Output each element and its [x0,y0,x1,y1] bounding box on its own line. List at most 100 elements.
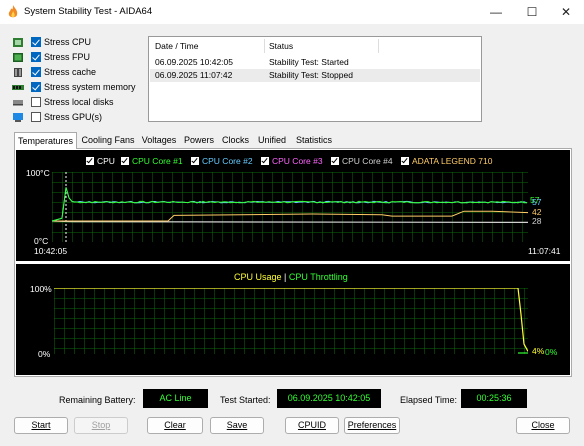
log-datetime: 06.09.2025 11:07:42 [155,70,233,80]
title-separator: | [284,272,287,282]
cpu-graph-title: CPU Usage | CPU Throttling [234,272,348,282]
cpuid-button[interactable]: CPUID [285,417,339,434]
stress-cache-option[interactable]: Stress cache [12,65,96,79]
legend-cpu-label: CPU [97,156,115,166]
test-started-label: Test Started: [220,395,271,405]
log-row[interactable]: 06.09.2025 10:42:05 Stability Test: Star… [150,56,480,69]
legend-core1-label: CPU Core #1 [132,156,183,166]
stress-gpu-label: Stress GPU(s) [44,112,103,122]
stress-disks-checkbox[interactable] [31,97,41,107]
end-value-core2: 57 [532,197,542,207]
stress-cpu-label: Stress CPU [44,37,92,47]
temp-grid [52,172,528,242]
fpu-icon [13,52,23,62]
legend-core2[interactable]: CPU Core #2 [191,156,253,166]
cpu-throttling-title: CPU Throttling [288,272,348,282]
stress-fpu-label: Stress FPU [44,52,91,62]
tab-temperatures[interactable]: Temperatures [14,132,77,149]
aida64-flame-icon [8,5,18,18]
clear-button[interactable]: Clear [147,417,203,434]
legend-core1[interactable]: CPU Core #1 [121,156,183,166]
legend-adata-label: ADATA LEGEND 710 [412,156,493,166]
cpu-usage-title: CPU Usage [234,272,282,282]
legend-core3[interactable]: CPU Core #3 [261,156,323,166]
minimize-button[interactable]: — [478,0,514,24]
cpu-y-max-label: 100% [30,284,52,294]
start-button-label: Start [31,420,51,430]
stress-disks-label: Stress local disks [44,97,114,107]
start-button[interactable]: Start [14,417,68,434]
tab-clocks[interactable]: Clocks [219,132,252,148]
stress-fpu-checkbox[interactable] [31,52,41,62]
stress-disks-option[interactable]: Stress local disks [12,95,114,109]
temperature-graph: CPU CPU Core #1 CPU Core #2 CPU Core #3 … [16,150,570,261]
log-header: Date / Time Status [149,37,481,55]
stress-memory-checkbox[interactable] [31,82,41,92]
battery-label: Remaining Battery: [59,395,136,405]
stress-gpu-option[interactable]: Stress GPU(s) [12,110,102,124]
save-button-label: Save [226,420,248,430]
column-separator[interactable] [264,39,265,53]
save-button[interactable]: Save [210,417,264,434]
stress-fpu-option[interactable]: Stress FPU [12,50,90,64]
clear-button-label: Clear [164,420,186,430]
legend-core3-label: CPU Core #3 [272,156,323,166]
stress-cpu-option[interactable]: Stress CPU [12,35,91,49]
preferences-button[interactable]: Preferences [344,417,400,434]
stress-gpu-checkbox[interactable] [31,112,41,122]
tab-voltages[interactable]: Voltages [139,132,179,148]
column-header-status[interactable]: Status [269,41,293,51]
temp-x-start-label: 10:42:05 [34,246,68,256]
maximize-button[interactable]: ☐ [514,0,550,24]
gpu-icon [13,112,23,122]
legend-cpu[interactable]: CPU [86,156,115,166]
end-value-throttling: 0% [545,347,558,357]
stress-cache-checkbox[interactable] [31,67,41,77]
window-title: System Stability Test - AIDA64 [24,6,153,17]
column-separator[interactable] [378,39,379,53]
close-icon: ✕ [560,5,572,19]
cpu-usage-plot [54,288,528,354]
temperature-plot [52,172,528,242]
legend-checkbox[interactable] [401,157,409,165]
log-row[interactable]: 06.09.2025 11:07:42 Stability Test: Stop… [150,69,480,82]
stress-cpu-checkbox[interactable] [31,37,41,47]
legend-core4-label: CPU Core #4 [342,156,393,166]
stress-cache-label: Stress cache [44,67,97,77]
cache-icon [14,67,22,77]
legend-checkbox[interactable] [191,157,199,165]
close-window-button[interactable]: ✕ [548,0,584,24]
tab-unified[interactable]: Unified [253,132,291,148]
disk-icon [13,99,23,105]
close-button[interactable]: Close [516,417,570,434]
log-datetime: 06.09.2025 10:42:05 [155,57,233,67]
cpu-icon [13,37,23,47]
preferences-button-label: Preferences [347,420,397,430]
elapsed-time-label: Elapsed Time: [400,395,458,405]
tab-cooling-fans[interactable]: Cooling Fans [78,132,138,148]
cpu-y-min-label: 0% [38,349,51,359]
minimize-icon: — [490,5,502,19]
event-log-table[interactable]: Date / Time Status 06.09.2025 10:42:05 S… [148,36,482,122]
end-value-core4: 28 [532,216,542,226]
legend-adata[interactable]: ADATA LEGEND 710 [401,156,492,166]
column-header-datetime[interactable]: Date / Time [155,41,198,51]
temp-x-end-label: 11:07:41 [528,246,561,256]
legend-checkbox[interactable] [331,157,339,165]
log-status: Stability Test: Stopped [269,70,353,80]
legend-checkbox[interactable] [121,157,129,165]
legend-core4[interactable]: CPU Core #4 [331,156,393,166]
tab-statistics[interactable]: Statistics [292,132,336,148]
temp-y-max-label: 100°C [26,168,50,178]
stop-button-label: Stop [91,420,111,430]
tab-powers[interactable]: Powers [180,132,218,148]
legend-checkbox[interactable] [261,157,269,165]
test-started-value: 06.09.2025 10:42:05 [277,389,381,408]
stop-button[interactable]: Stop [74,417,128,434]
stress-memory-label: Stress system memory [44,82,136,92]
legend-checkbox[interactable] [86,157,94,165]
end-value-usage: 4% [532,346,545,356]
log-status: Stability Test: Started [269,57,349,67]
temp-y-min-label: 0°C [34,236,49,246]
stress-memory-option[interactable]: Stress system memory [12,80,136,94]
